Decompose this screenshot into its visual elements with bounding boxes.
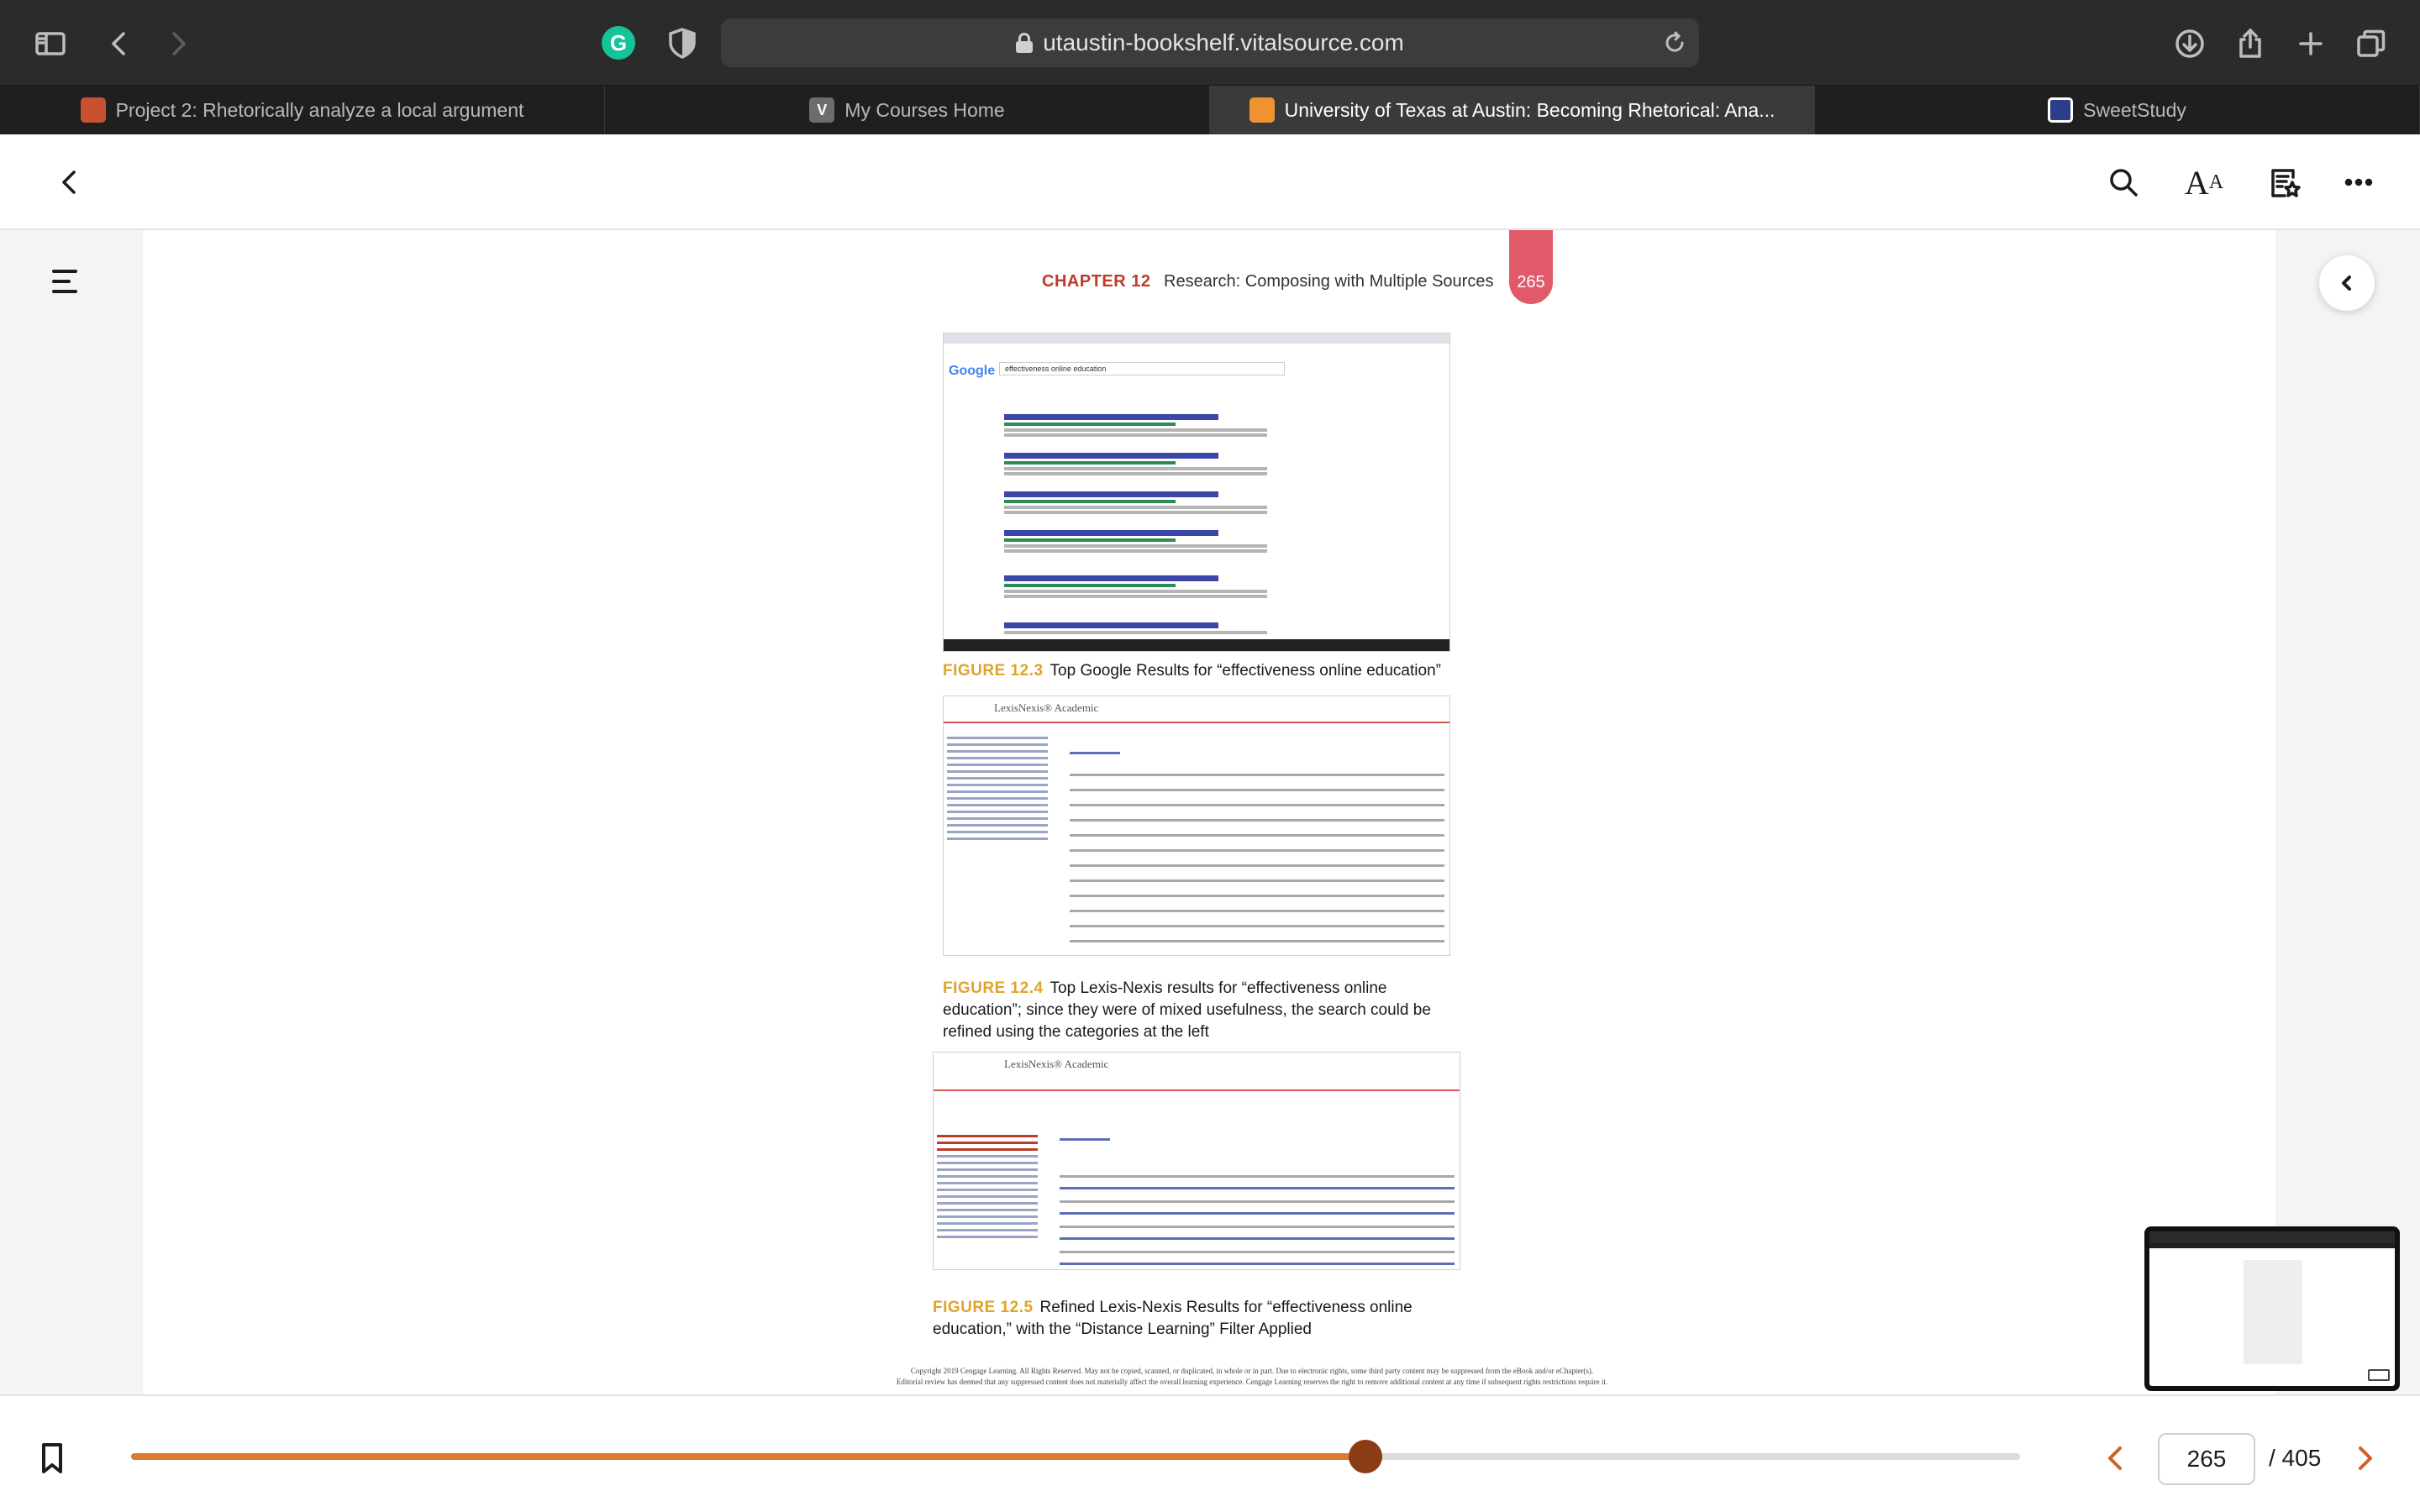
page-number-input[interactable] bbox=[2158, 1433, 2255, 1485]
figure-number: FIGURE 12.3 bbox=[943, 662, 1044, 680]
tab-label: SweetStudy bbox=[2083, 98, 2186, 121]
figure-12-3-caption: FIGURE 12.3 Top Google Results for “effec… bbox=[943, 660, 1464, 682]
bookmarks-list-icon[interactable] bbox=[2262, 160, 2307, 205]
vitalsource-favicon-icon: V bbox=[809, 97, 835, 123]
figure-12-4-caption: FIGURE 12.4 Top Lexis-Nexis results for “… bbox=[943, 978, 1447, 1043]
book-page[interactable]: CHAPTER 12 Research: Composing with Mult… bbox=[143, 230, 2275, 1394]
sweetstudy-favicon-icon bbox=[2048, 97, 2074, 123]
figure-12-3-image: Google effectiveness online education bbox=[943, 333, 1450, 652]
copyright-notice: Copyright 2019 Cengage Learning. All Rig… bbox=[832, 1366, 1672, 1388]
share-icon[interactable] bbox=[2228, 22, 2272, 66]
close-book-icon[interactable] bbox=[47, 160, 92, 205]
running-head: CHAPTER 12 Research: Composing with Mult… bbox=[1042, 272, 1493, 291]
search-icon[interactable] bbox=[2101, 160, 2146, 205]
google-search-box: effectiveness online education bbox=[999, 362, 1285, 375]
total-pages-label: / 405 bbox=[2269, 1445, 2322, 1471]
reader-content: CHAPTER 12 Research: Composing with Mult… bbox=[0, 230, 2420, 1394]
figure-12-4-image: LexisNexis® Academic bbox=[943, 696, 1450, 956]
tabs-overview-icon[interactable] bbox=[2349, 22, 2393, 66]
prev-page-icon[interactable] bbox=[2097, 1440, 2134, 1477]
figure-number: FIGURE 12.5 bbox=[933, 1299, 1034, 1316]
chapter-title: Research: Composing with Multiple Source… bbox=[1164, 272, 1494, 291]
collapse-panel-icon[interactable] bbox=[2319, 255, 2375, 311]
menu-icon[interactable] bbox=[52, 262, 91, 301]
browser-toolbar: G utaustin-bookshelf.vitalsource.com bbox=[0, 0, 2420, 86]
copyright-line: Copyright 2019 Cengage Learning. All Rig… bbox=[910, 1367, 1594, 1375]
forward-icon[interactable] bbox=[156, 22, 200, 66]
reader-header: AA bbox=[0, 134, 2420, 230]
progress-fill bbox=[131, 1453, 1366, 1460]
figure-caption-text: Top Google Results for “effectiveness on… bbox=[1050, 662, 1441, 680]
reader-footer: / 405 bbox=[0, 1394, 2420, 1512]
canvas-favicon-icon bbox=[80, 97, 106, 123]
tab-label: University of Texas at Austin: Becoming … bbox=[1284, 98, 1776, 121]
tab-label: My Courses Home bbox=[844, 98, 1005, 121]
figure-12-5-image: LexisNexis® Academic bbox=[933, 1052, 1460, 1270]
tab-project-2[interactable]: Project 2: Rhetorically analyze a local … bbox=[0, 86, 605, 134]
figure-12-5-caption: FIGURE 12.5 Refined Lexis-Nexis Results f… bbox=[933, 1297, 1470, 1341]
chapter-label: CHAPTER 12 bbox=[1042, 272, 1151, 291]
font-size-icon[interactable]: AA bbox=[2181, 160, 2227, 205]
figure-number: FIGURE 12.4 bbox=[943, 979, 1044, 997]
page-thumbnail-preview[interactable] bbox=[2144, 1226, 2400, 1391]
tab-sweetstudy[interactable]: SweetStudy bbox=[1815, 86, 2420, 134]
more-icon[interactable] bbox=[2336, 160, 2381, 205]
new-tab-icon[interactable] bbox=[2289, 22, 2333, 66]
bookmark-icon[interactable] bbox=[37, 1441, 67, 1475]
next-page-icon[interactable] bbox=[2346, 1440, 2383, 1477]
tab-becoming-rhetorical[interactable]: University of Texas at Austin: Becoming … bbox=[1210, 86, 1815, 134]
back-icon[interactable] bbox=[97, 22, 141, 66]
shield-icon[interactable] bbox=[666, 26, 699, 60]
tab-label: Project 2: Rhetorically analyze a local … bbox=[115, 98, 524, 121]
tab-bar: Project 2: Rhetorically analyze a local … bbox=[0, 86, 2420, 134]
download-icon[interactable] bbox=[2168, 22, 2212, 66]
google-logo: Google bbox=[949, 364, 996, 378]
progress-thumb[interactable] bbox=[1349, 1440, 1383, 1473]
page-number-tab: 265 bbox=[1509, 230, 1553, 304]
tab-my-courses[interactable]: V My Courses Home bbox=[605, 86, 1210, 134]
address-bar[interactable]: utaustin-bookshelf.vitalsource.com bbox=[721, 18, 1699, 67]
lock-icon bbox=[1016, 33, 1034, 53]
reload-icon[interactable] bbox=[1662, 30, 1687, 55]
progress-slider[interactable] bbox=[131, 1440, 2020, 1473]
grammarly-extension-icon[interactable]: G bbox=[602, 26, 635, 60]
lexisnexis-logo: LexisNexis® Academic bbox=[1004, 1058, 1109, 1070]
copyright-line: Editorial review has deemed that any sup… bbox=[896, 1378, 1608, 1386]
sidebar-icon[interactable] bbox=[29, 22, 72, 66]
book-favicon-icon bbox=[1249, 97, 1275, 123]
lexisnexis-logo: LexisNexis® Academic bbox=[994, 701, 1099, 714]
url-text: utaustin-bookshelf.vitalsource.com bbox=[1043, 29, 1404, 55]
